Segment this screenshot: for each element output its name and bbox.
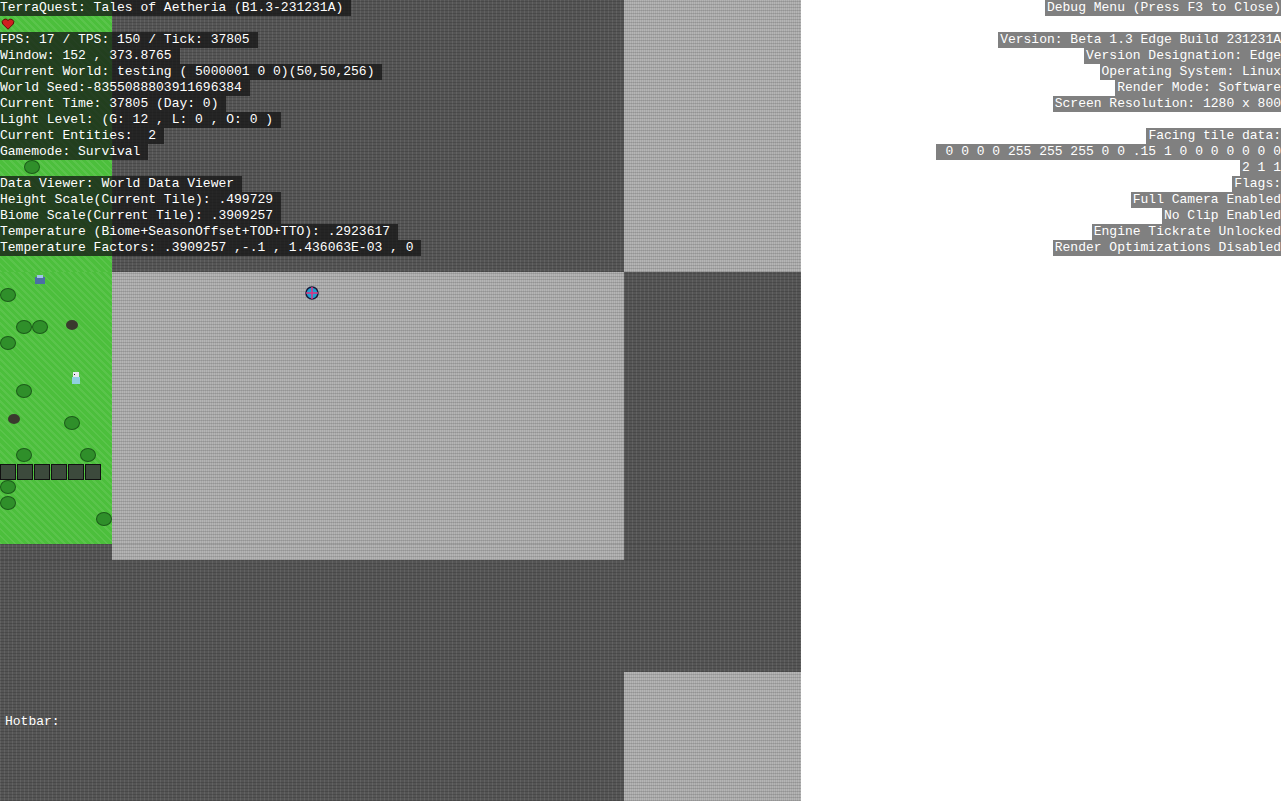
debug-line: Biome Scale(Current Tile): .3909257 <box>0 208 281 224</box>
debug-line: Version: Beta 1.3 Edge Build 231231A <box>998 32 1281 48</box>
bush-icon <box>0 480 16 494</box>
dark-tile <box>0 672 112 801</box>
light-tile <box>112 272 624 544</box>
debug-line: Engine Tickrate Unlocked <box>1092 224 1281 240</box>
debug-line: Light Level: (G: 12 , L: 0 , O: 0 ) <box>0 112 281 128</box>
debug-line: Current Entities: 2 <box>0 128 164 144</box>
light-tile <box>624 672 801 801</box>
debug-group: Facing tile data: 0 0 0 0 255 255 255 0 … <box>936 128 1281 256</box>
bush-icon <box>0 336 16 350</box>
debug-line: Full Camera Enabled <box>1131 192 1281 208</box>
light-tile <box>624 0 801 272</box>
debug-group: FPS: 17 / TPS: 150 / Tick: 37805Window: … <box>0 32 421 160</box>
debug-group: Data Viewer: World Data ViewerHeight Sca… <box>0 176 421 256</box>
debug-group: TerraQuest: Tales of Aetheria (B1.3-2312… <box>0 0 421 16</box>
debug-line: Flags: <box>1232 176 1281 192</box>
debug-line: FPS: 17 / TPS: 150 / Tick: 37805 <box>0 32 258 48</box>
wall-block <box>34 464 50 480</box>
bush-icon <box>64 416 80 430</box>
debug-line: Version Designation: Edge <box>1084 48 1281 64</box>
rock-icon <box>8 414 20 424</box>
health-row <box>0 16 421 32</box>
light-tile <box>112 544 624 560</box>
character-icon <box>68 370 84 386</box>
debug-line: 2 1 1 <box>1240 160 1281 176</box>
dark-tile <box>112 560 624 672</box>
debug-line: Window: 152 , 373.8765 <box>0 48 180 64</box>
grass-tile <box>0 272 112 544</box>
wall-block <box>51 464 67 480</box>
debug-line: Debug Menu (Press F3 to Close) <box>1045 0 1281 16</box>
hotbar-label: Hotbar: <box>5 714 60 730</box>
bush-icon <box>0 496 16 510</box>
dark-tile <box>624 272 801 544</box>
dark-tile <box>112 672 624 801</box>
debug-line: Facing tile data: <box>1146 128 1281 144</box>
wall-block <box>17 464 33 480</box>
bush-icon <box>0 288 16 302</box>
debug-line: Current World: testing ( 5000001 0 0)(50… <box>0 64 382 80</box>
debug-menu: Debug Menu (Press F3 to Close) Version: B… <box>936 0 1281 256</box>
rock-icon <box>66 320 78 330</box>
debug-line: Current Time: 37805 (Day: 0) <box>0 96 226 112</box>
debug-line: 0 0 0 0 255 255 255 0 0 .15 1 0 0 0 0 0 … <box>936 144 1281 160</box>
debug-line: Data Viewer: World Data Viewer <box>0 176 242 192</box>
bush-icon <box>16 448 32 462</box>
bush-icon <box>16 384 32 398</box>
dark-tile <box>624 544 801 560</box>
debug-line: Render Mode: Software <box>1115 80 1281 96</box>
debug-line: Height Scale(Current Tile): .499729 <box>0 192 281 208</box>
dark-tile <box>624 560 801 672</box>
debug-line: Temperature (Biome+SeasonOffset+TOD+TTO)… <box>0 224 398 240</box>
debug-line: No Clip Enabled <box>1162 208 1281 224</box>
bush-icon <box>32 320 48 334</box>
debug-line: World Seed:-8355088803911696384 <box>0 80 250 96</box>
debug-line: Render Optimizations Disabled <box>1053 240 1281 256</box>
wall-block <box>85 464 101 480</box>
wall-block <box>68 464 84 480</box>
dark-tile <box>0 544 112 560</box>
wall-row <box>0 464 102 480</box>
bush-icon <box>80 448 96 462</box>
bush-icon <box>16 320 32 334</box>
debug-line: Operating System: Linux <box>1100 64 1281 80</box>
heart-icon <box>1 17 15 31</box>
wall-block <box>0 464 16 480</box>
debug-overlay: TerraQuest: Tales of Aetheria (B1.3-2312… <box>0 0 421 256</box>
bush-icon <box>96 512 112 526</box>
debug-line: Temperature Factors: .3909257 ,-.1 , 1.4… <box>0 240 421 256</box>
game-screen: TerraQuest: Tales of Aetheria (B1.3-2312… <box>0 0 1281 801</box>
bush-icon <box>24 160 40 174</box>
debug-group: Debug Menu (Press F3 to Close) <box>936 0 1281 16</box>
debug-line: Gamemode: Survival <box>0 144 148 160</box>
crosshair-icon <box>304 285 320 301</box>
debug-line: Screen Resolution: 1280 x 800 <box>1053 96 1281 112</box>
creature-icon <box>32 272 48 288</box>
dark-tile <box>0 560 112 672</box>
debug-line: TerraQuest: Tales of Aetheria (B1.3-2312… <box>0 0 351 16</box>
debug-group: Version: Beta 1.3 Edge Build 231231AVers… <box>936 32 1281 112</box>
